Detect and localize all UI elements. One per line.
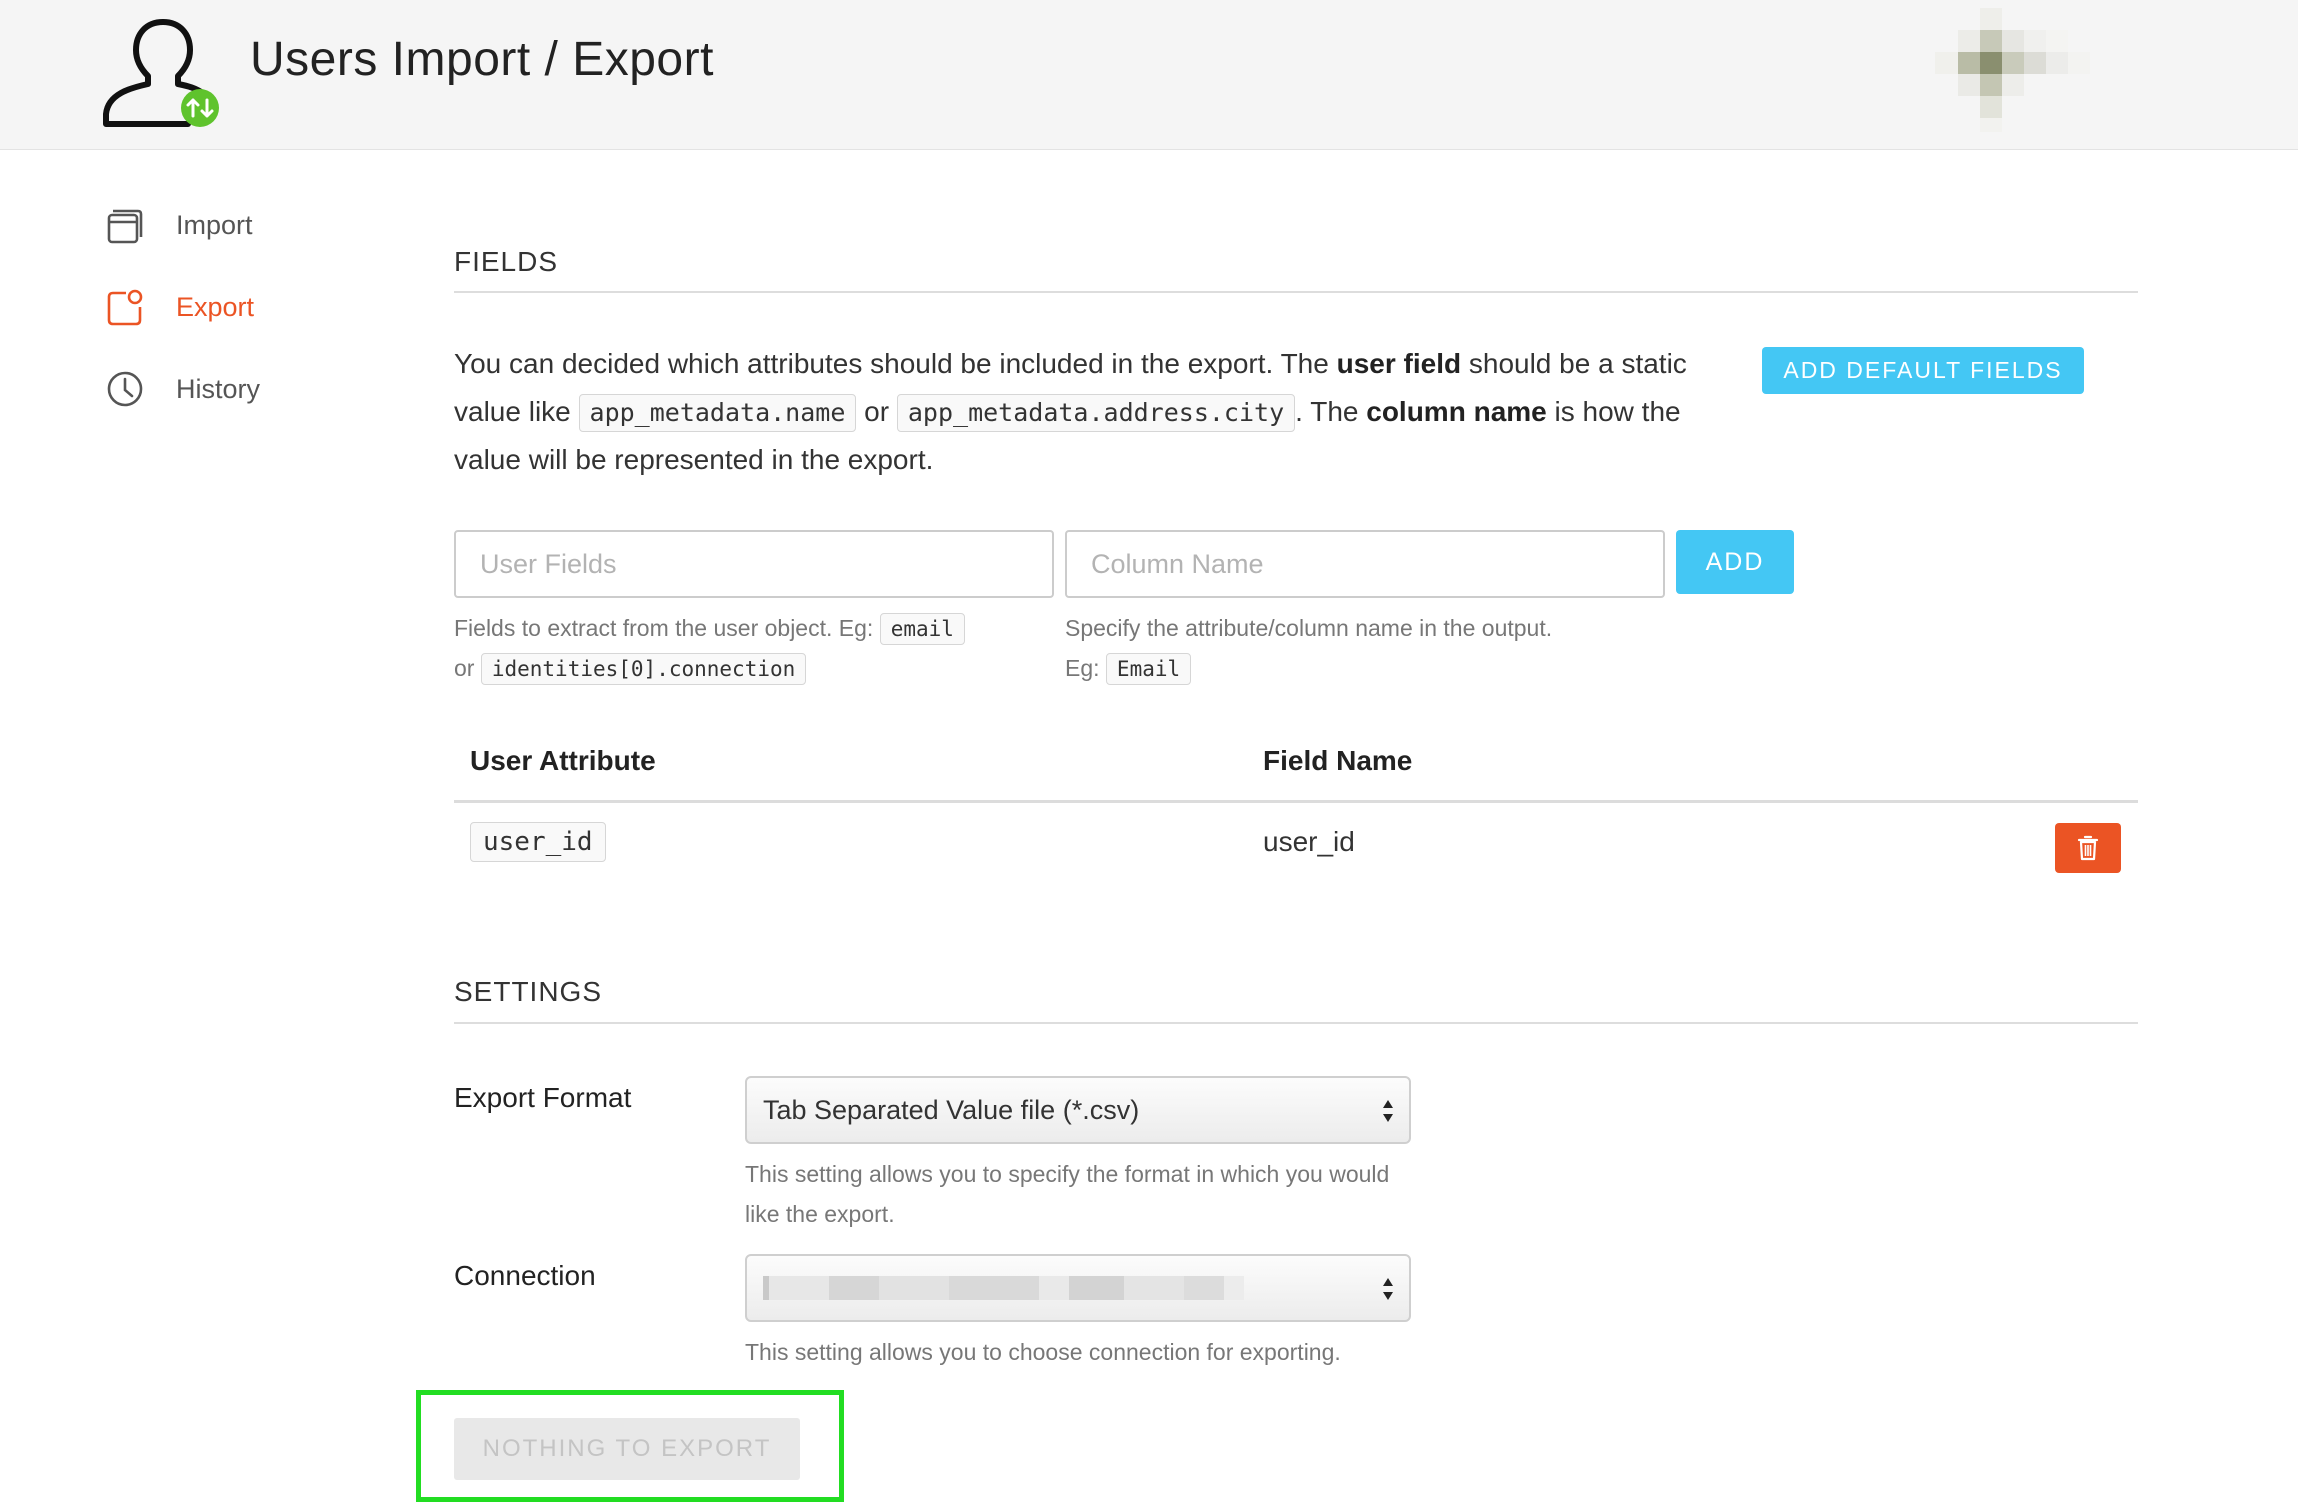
- export-format-select[interactable]: Tab Separated Value file (*.csv): [745, 1076, 1411, 1144]
- sidebar-item-label: History: [176, 373, 261, 404]
- delete-row-button[interactable]: [2055, 823, 2121, 873]
- connection-help: This setting allows you to choose connec…: [745, 1339, 1341, 1365]
- sidebar-item-label: Export: [176, 291, 255, 322]
- clock-icon: [107, 371, 143, 407]
- section-divider: [454, 1022, 2138, 1024]
- sidebar-item-export[interactable]: Export: [106, 288, 254, 326]
- column-header-field-name: Field Name: [1263, 745, 1413, 776]
- user-fields-input[interactable]: [454, 530, 1054, 598]
- export-format-value: Tab Separated Value file (*.csv): [763, 1094, 1140, 1125]
- fields-description: You can decided which attributes should …: [454, 348, 1687, 475]
- add-default-fields-button[interactable]: ADD DEFAULT FIELDS: [1762, 347, 2084, 394]
- user-attribute-cell: user_id: [470, 822, 606, 862]
- settings-section-title: SETTINGS: [454, 976, 603, 1007]
- export-format-label: Export Format: [454, 1082, 632, 1113]
- import-icon: [107, 209, 143, 244]
- export-format-help: This setting allows you to specify the f…: [745, 1161, 1390, 1227]
- connection-label: Connection: [454, 1260, 596, 1291]
- inline-code: app_metadata.name: [578, 394, 857, 432]
- sidebar-item-label: Import: [176, 209, 253, 240]
- user-fields-help: Fields to extract from the user object. …: [454, 608, 1054, 688]
- field-name-cell: user_id: [1263, 826, 1355, 857]
- sidebar-item-history[interactable]: History: [106, 370, 260, 408]
- add-field-button[interactable]: ADD: [1676, 530, 1794, 594]
- column-name-input[interactable]: [1065, 530, 1665, 598]
- highlight-outline: [416, 1390, 844, 1502]
- page-title: Users Import / Export: [250, 33, 714, 86]
- connection-value: [763, 1275, 1244, 1301]
- connection-select[interactable]: [745, 1254, 1411, 1322]
- select-arrows-icon: [1383, 1278, 1393, 1300]
- inline-code: identities[0].connection: [480, 653, 807, 685]
- select-arrows-icon: [1383, 1100, 1393, 1122]
- inline-code: app_metadata.address.city: [896, 394, 1296, 432]
- section-divider: [454, 291, 2138, 293]
- fields-section-title: FIELDS: [454, 246, 559, 277]
- export-icon: [107, 289, 143, 326]
- user-import-export-icon: [103, 19, 219, 127]
- inline-code: Email: [1105, 653, 1192, 685]
- inline-code: email: [879, 613, 965, 645]
- table-header-divider: [454, 800, 2138, 803]
- column-header-user-attribute: User Attribute: [470, 745, 656, 776]
- column-name-help: Specify the attribute/column name in the…: [1065, 608, 1665, 688]
- trash-icon: [2077, 835, 2099, 861]
- app-header: Users Import / Export: [0, 0, 2298, 150]
- avatar[interactable]: [1935, 8, 2115, 132]
- sidebar-item-import[interactable]: Import: [106, 206, 253, 244]
